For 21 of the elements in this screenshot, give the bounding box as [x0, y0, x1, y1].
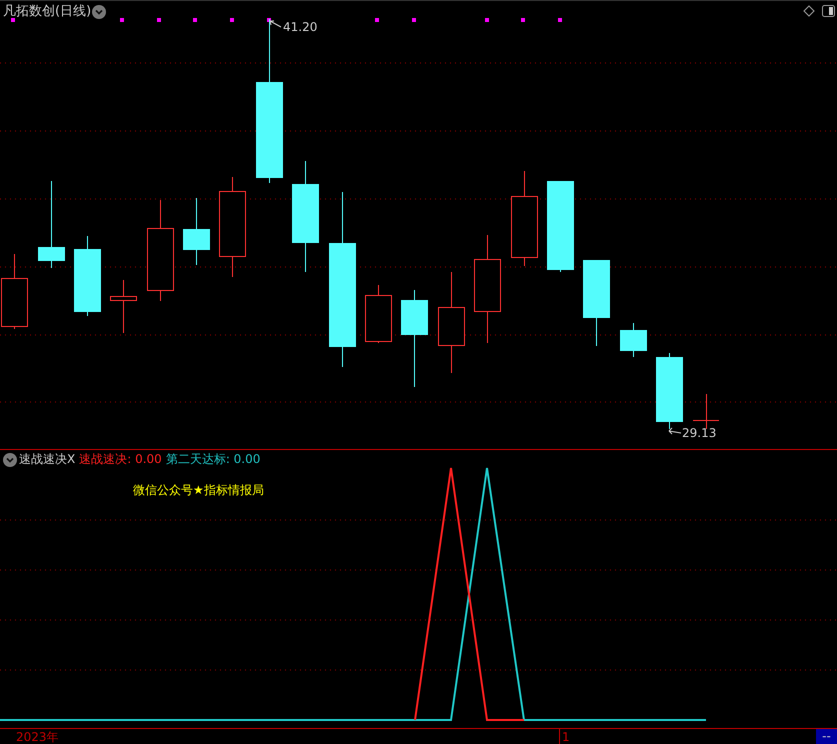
corner-button[interactable]: --	[816, 729, 837, 744]
chart-title: 凡拓数创(日线)	[3, 4, 92, 20]
candlestick	[110, 280, 137, 334]
candlestick	[692, 394, 720, 430]
panel-toggle-icon[interactable]	[822, 5, 835, 17]
price-label: 41.20	[283, 20, 318, 34]
date-label: 1	[562, 730, 570, 744]
dropdown-icon[interactable]	[92, 5, 106, 19]
date-label: 2023年	[16, 730, 59, 744]
indicator-value: 速战速决: 0.00	[79, 452, 162, 466]
indicator-name: 速战速决X	[19, 452, 76, 466]
candlestick	[620, 322, 647, 358]
indicator-value: 第二天达标: 0.00	[166, 452, 260, 466]
leader-line	[270, 20, 282, 28]
candlestick	[183, 198, 210, 266]
diamond-icon[interactable]	[803, 5, 815, 17]
dropdown-icon[interactable]	[3, 453, 17, 467]
indicator-note: 微信公众号★指标情报局	[133, 483, 264, 497]
leader-line	[668, 428, 682, 434]
price-label: 29.13	[682, 426, 716, 440]
candlestick	[365, 284, 392, 344]
